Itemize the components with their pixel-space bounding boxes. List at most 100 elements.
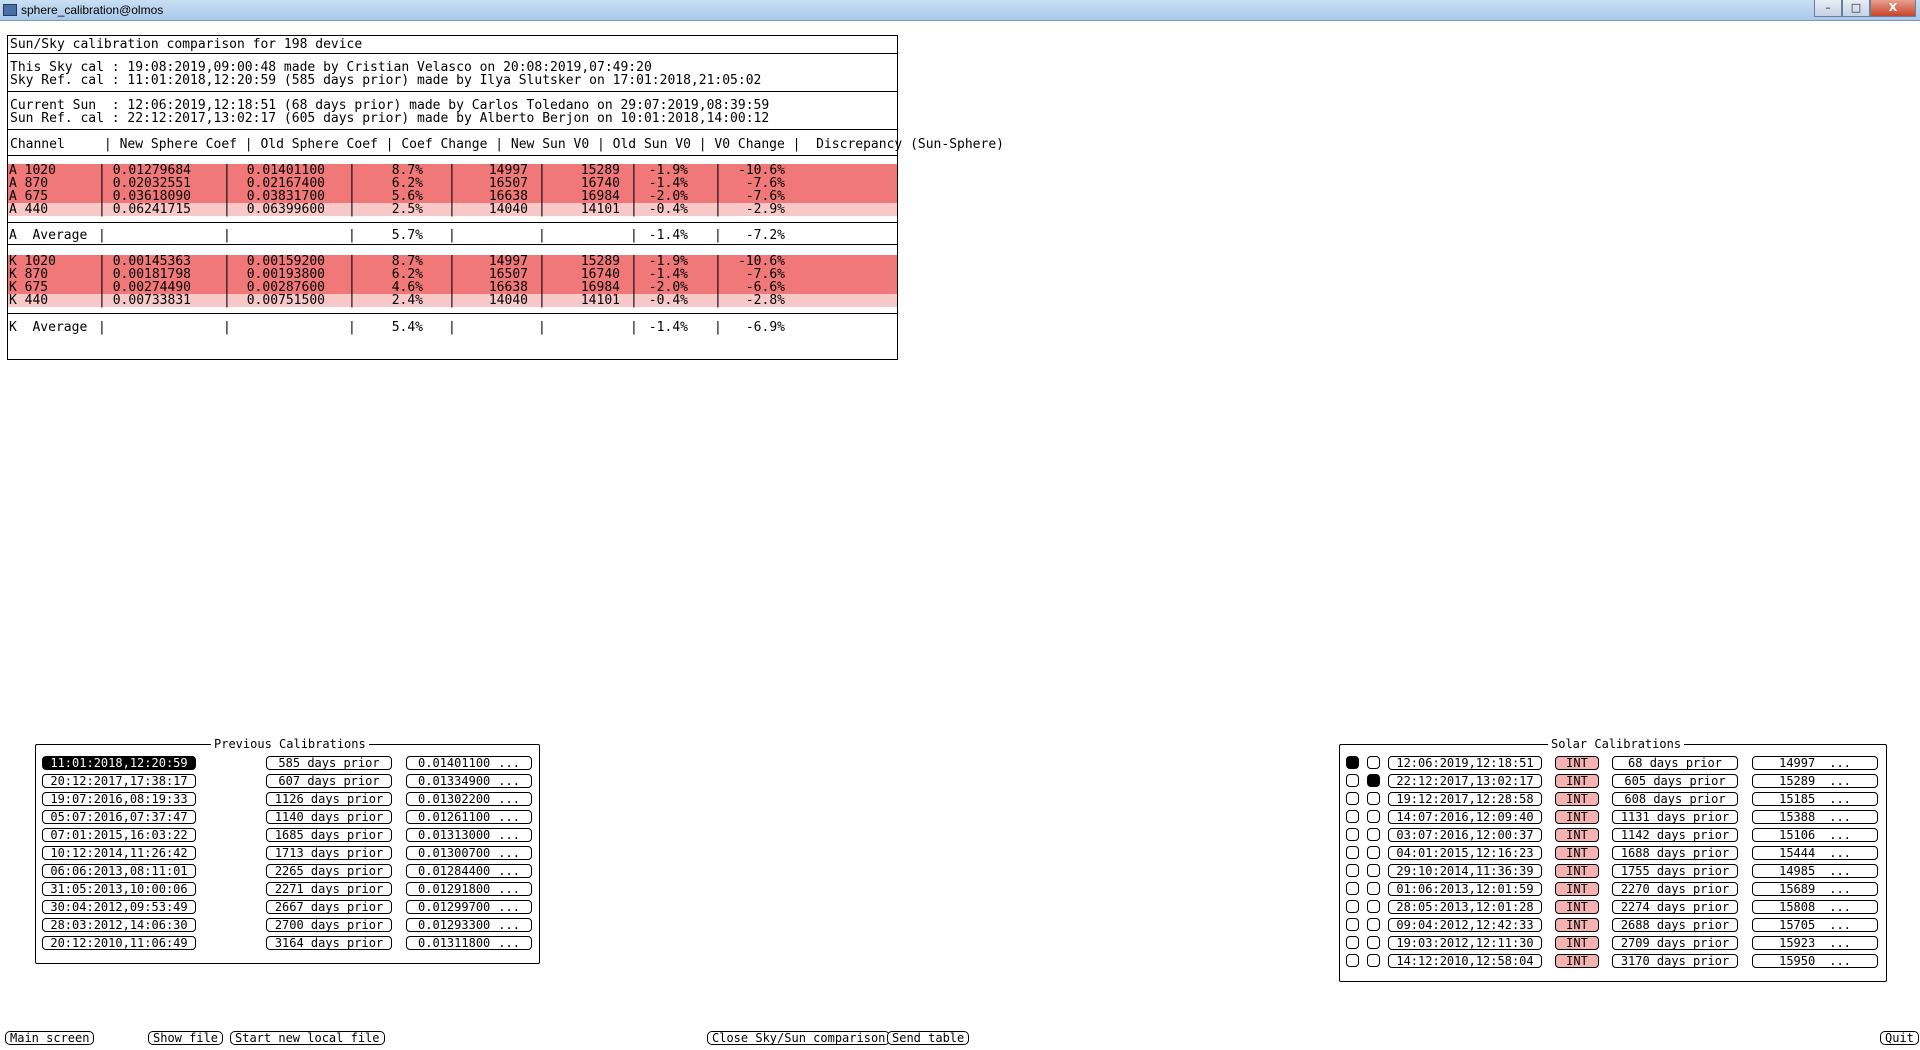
- previous-cal-date[interactable]: 10:12:2014,11:26:42: [42, 846, 196, 860]
- previous-cal-date[interactable]: 05:07:2016,07:37:47: [42, 810, 196, 824]
- current-sun-radio[interactable]: [1346, 936, 1359, 949]
- previous-cal-coef[interactable]: 0.01293300...: [406, 918, 532, 932]
- previous-cal-days[interactable]: 585 days prior: [266, 756, 392, 770]
- solar-cal-days[interactable]: 2274 days prior: [1612, 900, 1738, 914]
- reference-sun-radio[interactable]: [1367, 936, 1380, 949]
- reference-sun-radio[interactable]: [1367, 792, 1380, 805]
- reference-sun-radio[interactable]: [1367, 774, 1380, 787]
- solar-cal-days[interactable]: 1131 days prior: [1612, 810, 1738, 824]
- previous-cal-date[interactable]: 11:01:2018,12:20:59: [42, 756, 196, 770]
- current-sun-radio[interactable]: [1346, 828, 1359, 841]
- solar-cal-date[interactable]: 22:12:2017,13:02:17: [1388, 774, 1542, 788]
- solar-cal-v0[interactable]: 15289...: [1752, 774, 1878, 788]
- previous-cal-date[interactable]: 19:07:2016,08:19:33: [42, 792, 196, 806]
- solar-cal-date[interactable]: 29:10:2014,11:36:39: [1388, 864, 1542, 878]
- previous-cal-coef[interactable]: 0.01299700...: [406, 900, 532, 914]
- previous-cal-days[interactable]: 1713 days prior: [266, 846, 392, 860]
- solar-cal-type[interactable]: INT: [1555, 864, 1599, 878]
- solar-cal-v0[interactable]: 15689...: [1752, 882, 1878, 896]
- solar-cal-type[interactable]: INT: [1555, 936, 1599, 950]
- previous-cal-coef[interactable]: 0.01311800...: [406, 936, 532, 950]
- solar-cal-v0[interactable]: 15185...: [1752, 792, 1878, 806]
- reference-sun-radio[interactable]: [1367, 900, 1380, 913]
- solar-cal-date[interactable]: 14:07:2016,12:09:40: [1388, 810, 1542, 824]
- previous-cal-coef[interactable]: 0.01261100...: [406, 810, 532, 824]
- solar-cal-date[interactable]: 09:04:2012,12:42:33: [1388, 918, 1542, 932]
- current-sun-radio[interactable]: [1346, 846, 1359, 859]
- previous-cal-coef[interactable]: 0.01313000...: [406, 828, 532, 842]
- solar-cal-days[interactable]: 605 days prior: [1612, 774, 1738, 788]
- previous-cal-date[interactable]: 20:12:2010,11:06:49: [42, 936, 196, 950]
- solar-cal-days[interactable]: 1688 days prior: [1612, 846, 1738, 860]
- solar-cal-date[interactable]: 28:05:2013,12:01:28: [1388, 900, 1542, 914]
- previous-cal-days[interactable]: 2271 days prior: [266, 882, 392, 896]
- previous-cal-date[interactable]: 31:05:2013,10:00:06: [42, 882, 196, 896]
- previous-cal-coef[interactable]: 0.01401100...: [406, 756, 532, 770]
- current-sun-radio[interactable]: [1346, 792, 1359, 805]
- solar-cal-type[interactable]: INT: [1555, 828, 1599, 842]
- reference-sun-radio[interactable]: [1367, 810, 1380, 823]
- solar-cal-type[interactable]: INT: [1555, 846, 1599, 860]
- solar-cal-v0[interactable]: 15705...: [1752, 918, 1878, 932]
- send-table-button[interactable]: Send table: [887, 1031, 970, 1045]
- solar-cal-days[interactable]: 68 days prior: [1612, 756, 1738, 770]
- solar-cal-days[interactable]: 2270 days prior: [1612, 882, 1738, 896]
- previous-cal-coef[interactable]: 0.01302200...: [406, 792, 532, 806]
- previous-cal-days[interactable]: 2700 days prior: [266, 918, 392, 932]
- solar-cal-type[interactable]: INT: [1555, 882, 1599, 896]
- current-sun-radio[interactable]: [1346, 900, 1359, 913]
- reference-sun-radio[interactable]: [1367, 828, 1380, 841]
- solar-cal-days[interactable]: 608 days prior: [1612, 792, 1738, 806]
- main-screen-button[interactable]: Main screen: [5, 1031, 95, 1045]
- close-comparison-button[interactable]: Close Sky/Sun comparison: [707, 1031, 891, 1045]
- solar-cal-days[interactable]: 1755 days prior: [1612, 864, 1738, 878]
- previous-cal-days[interactable]: 2265 days prior: [266, 864, 392, 878]
- solar-cal-date[interactable]: 01:06:2013,12:01:59: [1388, 882, 1542, 896]
- previous-cal-coef[interactable]: 0.01334900...: [406, 774, 532, 788]
- previous-cal-coef[interactable]: 0.01291800...: [406, 882, 532, 896]
- solar-cal-v0[interactable]: 15808...: [1752, 900, 1878, 914]
- solar-cal-type[interactable]: INT: [1555, 774, 1599, 788]
- previous-cal-days[interactable]: 1685 days prior: [266, 828, 392, 842]
- previous-cal-date[interactable]: 20:12:2017,17:38:17: [42, 774, 196, 788]
- solar-cal-type[interactable]: INT: [1555, 756, 1599, 770]
- previous-cal-coef[interactable]: 0.01284400...: [406, 864, 532, 878]
- solar-cal-date[interactable]: 19:12:2017,12:28:58: [1388, 792, 1542, 806]
- start-local-file-button[interactable]: Start new local file: [230, 1031, 385, 1045]
- solar-cal-days[interactable]: 2709 days prior: [1612, 936, 1738, 950]
- reference-sun-radio[interactable]: [1367, 882, 1380, 895]
- solar-cal-days[interactable]: 3170 days prior: [1612, 954, 1738, 968]
- close-button[interactable]: X: [1870, 0, 1916, 17]
- current-sun-radio[interactable]: [1346, 918, 1359, 931]
- solar-cal-v0[interactable]: 14985...: [1752, 864, 1878, 878]
- solar-cal-date[interactable]: 04:01:2015,12:16:23: [1388, 846, 1542, 860]
- solar-cal-v0[interactable]: 14997...: [1752, 756, 1878, 770]
- solar-cal-v0[interactable]: 15950...: [1752, 954, 1878, 968]
- solar-cal-type[interactable]: INT: [1555, 810, 1599, 824]
- previous-cal-days[interactable]: 1140 days prior: [266, 810, 392, 824]
- reference-sun-radio[interactable]: [1367, 864, 1380, 877]
- reference-sun-radio[interactable]: [1367, 954, 1380, 967]
- solar-cal-date[interactable]: 12:06:2019,12:18:51: [1388, 756, 1542, 770]
- solar-cal-type[interactable]: INT: [1555, 918, 1599, 932]
- solar-cal-days[interactable]: 2688 days prior: [1612, 918, 1738, 932]
- solar-cal-type[interactable]: INT: [1555, 954, 1599, 968]
- current-sun-radio[interactable]: [1346, 810, 1359, 823]
- previous-cal-date[interactable]: 28:03:2012,14:06:30: [42, 918, 196, 932]
- solar-cal-type[interactable]: INT: [1555, 900, 1599, 914]
- current-sun-radio[interactable]: [1346, 756, 1359, 769]
- reference-sun-radio[interactable]: [1367, 756, 1380, 769]
- solar-cal-v0[interactable]: 15388...: [1752, 810, 1878, 824]
- maximize-button[interactable]: □: [1842, 0, 1870, 17]
- current-sun-radio[interactable]: [1346, 774, 1359, 787]
- previous-cal-date[interactable]: 06:06:2013,08:11:01: [42, 864, 196, 878]
- quit-button[interactable]: Quit: [1880, 1031, 1919, 1045]
- minimize-button[interactable]: –: [1814, 0, 1842, 17]
- current-sun-radio[interactable]: [1346, 954, 1359, 967]
- current-sun-radio[interactable]: [1346, 864, 1359, 877]
- previous-cal-days[interactable]: 1126 days prior: [266, 792, 392, 806]
- solar-cal-date[interactable]: 03:07:2016,12:00:37: [1388, 828, 1542, 842]
- previous-cal-date[interactable]: 30:04:2012,09:53:49: [42, 900, 196, 914]
- previous-cal-days[interactable]: 2667 days prior: [266, 900, 392, 914]
- solar-cal-date[interactable]: 14:12:2010,12:58:04: [1388, 954, 1542, 968]
